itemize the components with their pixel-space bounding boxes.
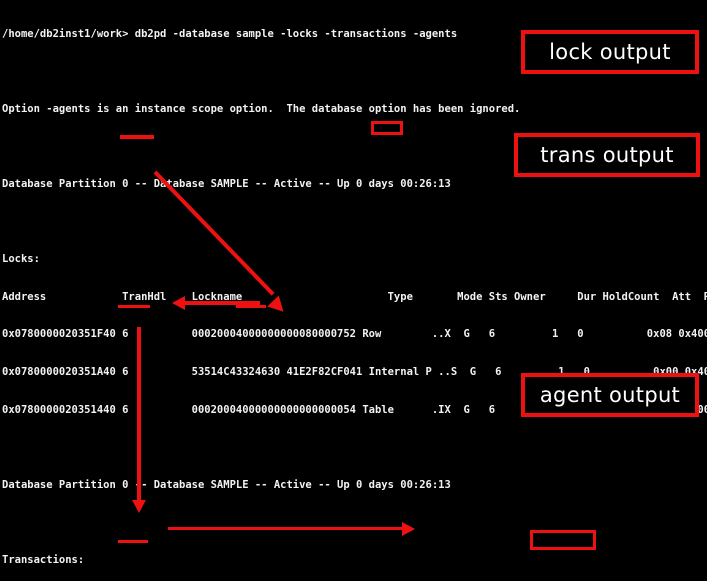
transactions-section-label: Transactions: [2,553,85,566]
locks-table-row: 0x0780000020351A40 6 53514C43324630 41E2… [2,365,707,378]
terminal-output[interactable]: /home/db2inst1/work> db2pd -database sam… [0,0,707,581]
locks-table-row: 0x0780000020351F40 6 0002000400000000008… [2,328,707,341]
locks-section-label: Locks: [2,253,40,266]
locks-table-row: 0x0780000020351440 6 0002000400000000000… [2,403,707,416]
partition-header-transactions: Database Partition 0 -- Database SAMPLE … [2,478,451,491]
prompt-command-line: /home/db2inst1/work> db2pd -database sam… [2,28,458,41]
terminal-screenshot: /home/db2inst1/work> db2pd -database sam… [0,0,707,581]
partition-header-locks: Database Partition 0 -- Database SAMPLE … [2,178,451,191]
agents-notice-line: Option -agents is an instance scope opti… [2,103,521,116]
locks-table-header: Address TranHdl Lockname Type Mode Sts O… [2,290,707,303]
